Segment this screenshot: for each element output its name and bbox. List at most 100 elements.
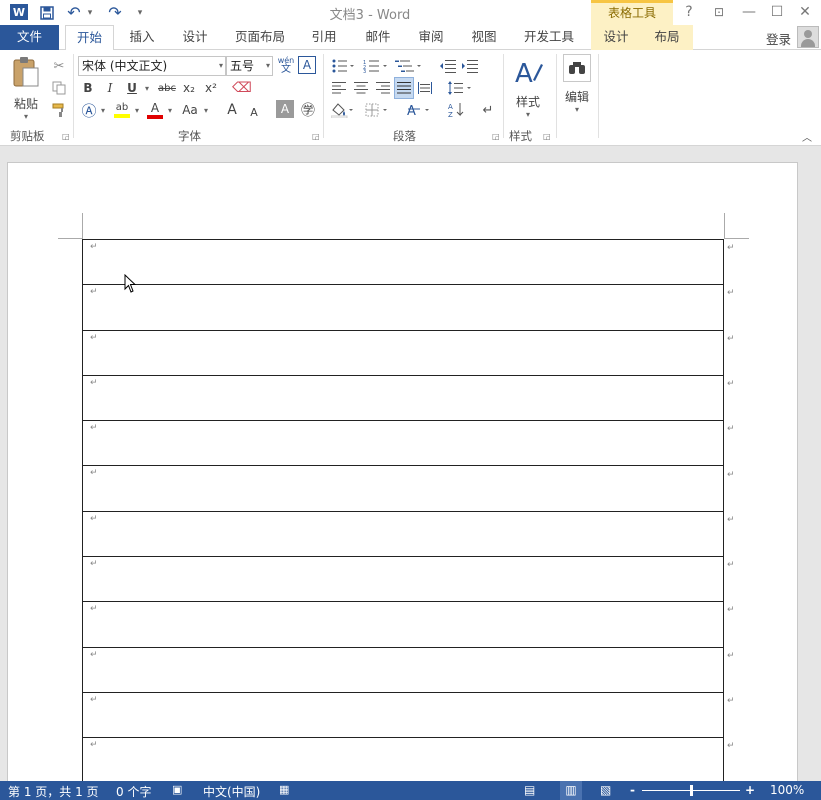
restore-button[interactable]: ☐ [766,2,788,22]
tab-references[interactable]: 引用 [300,25,348,50]
clipboard-launcher-icon[interactable]: ◲ [62,132,70,141]
paragraph-launcher-icon[interactable]: ◲ [492,132,500,141]
table-cell[interactable]: ↵ [82,238,724,286]
document-page[interactable]: ↵ ↵ ↵ ↵ ↵ ↵ ↵ ↵ ↵ ↵ ↵ ↵ ↵ ↵ ↵ ↵ ↵ ↵ ↵ ↵ ↵ ↵ ↵ ↵ [7,162,798,784]
shading-icon[interactable] [330,100,356,120]
line-spacing-icon[interactable] [446,78,474,98]
bold-button[interactable]: B [80,78,96,98]
table-cell[interactable]: ↵ [82,556,724,603]
collapse-ribbon-icon[interactable]: ︿ [800,126,814,146]
table-cell[interactable]: ↵ [82,420,724,467]
login-link[interactable]: 登录 [766,29,791,48]
multilevel-list-icon[interactable] [394,56,424,76]
cut-icon[interactable]: ✂ [50,56,68,76]
table-cell[interactable]: ↵ [82,601,724,648]
tab-view[interactable]: 视图 [460,25,508,50]
tab-developer[interactable]: 开发工具 [514,25,584,50]
language-status[interactable]: 中文(中国) [203,783,260,800]
close-button[interactable]: ✕ [794,2,816,22]
tab-page-layout[interactable]: 页面布局 [226,25,294,50]
copy-icon[interactable] [50,78,68,98]
italic-button[interactable]: I [102,78,118,98]
read-mode-icon[interactable]: ▤ [524,783,535,797]
font-size-dropdown-icon[interactable]: ▾ [266,57,270,75]
font-color-dropdown-icon[interactable]: ▾ [166,100,174,120]
editing-button[interactable]: 编辑 ▾ [560,54,594,118]
tab-design[interactable]: 设计 [170,25,220,50]
web-layout-icon[interactable]: ▧ [600,783,611,797]
clear-formatting-icon[interactable]: ⌫ [232,78,252,98]
avatar[interactable] [797,26,819,48]
end-of-row-mark: ↵ [727,469,735,480]
font-size-combo[interactable]: 五号 ▾ [226,56,273,76]
sort-icon[interactable]: AZ [446,100,466,120]
word-count-status[interactable]: 0 个字 [116,783,151,800]
superscript-button[interactable]: x² [202,78,220,98]
character-shading-icon[interactable]: A [276,100,294,118]
tab-mailings[interactable]: 邮件 [354,25,402,50]
character-border-icon[interactable]: A [298,56,316,74]
styles-launcher-icon[interactable]: ◲ [543,132,551,141]
decrease-indent-icon[interactable] [438,56,458,76]
tab-home[interactable]: 开始 [65,25,114,51]
table-cell[interactable]: ↵ [82,284,724,331]
zoom-level[interactable]: 100% [770,783,804,797]
distributed-icon[interactable] [416,78,434,98]
show-formatting-marks-icon[interactable]: ↵ [478,100,498,120]
paste-button[interactable]: 粘贴 ▾ [8,56,44,121]
tab-insert[interactable]: 插入 [118,25,166,50]
table-cell[interactable]: ↵ [82,374,724,422]
zoom-slider-thumb[interactable] [690,785,693,796]
borders-icon[interactable] [364,100,392,120]
bullets-icon[interactable] [330,56,356,76]
macro-recording-icon[interactable]: ▦ [279,783,289,796]
increase-indent-icon[interactable] [460,56,480,76]
font-color-button[interactable]: A [146,100,164,120]
font-name-combo[interactable]: 宋体 (中文正文) ▾ [78,56,226,76]
justify-icon[interactable] [394,77,414,99]
highlight-dropdown-icon[interactable]: ▾ [133,100,141,120]
table-cell[interactable]: ↵ [82,329,724,376]
strikethrough-button[interactable]: abc [156,78,178,98]
font-name-dropdown-icon[interactable]: ▾ [219,57,223,75]
tab-table-design[interactable]: 设计 [591,25,641,50]
minimize-button[interactable]: — [738,2,760,22]
styles-button[interactable]: A 样式 ▾ [510,56,546,120]
text-effects-dropdown-icon[interactable]: ▾ [99,100,107,120]
align-center-icon[interactable] [352,78,370,98]
page-count-status[interactable]: 第 1 页，共 1 页 [8,783,99,800]
tab-file[interactable]: 文件 [0,25,59,50]
align-left-icon[interactable] [330,78,348,98]
print-layout-icon[interactable]: ▥ [560,781,582,800]
grow-font-button[interactable]: A [222,100,242,120]
help-button[interactable]: ? [678,2,700,22]
format-painter-icon[interactable] [50,100,68,120]
ribbon-display-options-button[interactable]: ⊡ [708,2,730,22]
table-cell[interactable]: ↵ [82,465,724,512]
enclose-characters-icon[interactable]: ㊫ [298,100,318,120]
zoom-out-button[interactable]: - [630,783,635,797]
table-cell[interactable]: ↵ [82,646,724,693]
subscript-button[interactable]: x₂ [180,78,198,98]
tab-review[interactable]: 审阅 [406,25,456,50]
font-launcher-icon[interactable]: ◲ [312,132,320,141]
table-cell[interactable]: ↵ [82,510,724,558]
underline-dropdown-icon[interactable]: ▾ [142,78,152,98]
proofing-icon[interactable]: ▣ [172,783,182,796]
phonetic-guide-button[interactable]: wén 文 [277,55,295,75]
numbering-icon[interactable]: 123 [362,56,390,76]
chinese-layout-icon[interactable]: A [406,100,434,120]
shrink-font-button[interactable]: A [244,102,264,122]
editing-dropdown-icon: ▾ [574,105,579,114]
highlight-color-button[interactable]: ab [112,100,132,120]
document-table[interactable]: ↵ ↵ ↵ ↵ ↵ ↵ ↵ ↵ ↵ ↵ ↵ ↵ [82,238,724,784]
change-case-button[interactable]: Aa [178,100,202,120]
zoom-in-button[interactable]: + [745,783,755,797]
table-cell[interactable]: ↵ [82,691,724,739]
change-case-dropdown-icon[interactable]: ▾ [202,100,210,120]
tab-table-layout[interactable]: 布局 [641,25,693,50]
align-right-icon[interactable] [374,78,392,98]
text-effects-icon[interactable]: Ⓐ [80,100,98,120]
underline-button[interactable]: U [124,78,140,98]
table-cell[interactable]: ↵ [82,737,724,784]
